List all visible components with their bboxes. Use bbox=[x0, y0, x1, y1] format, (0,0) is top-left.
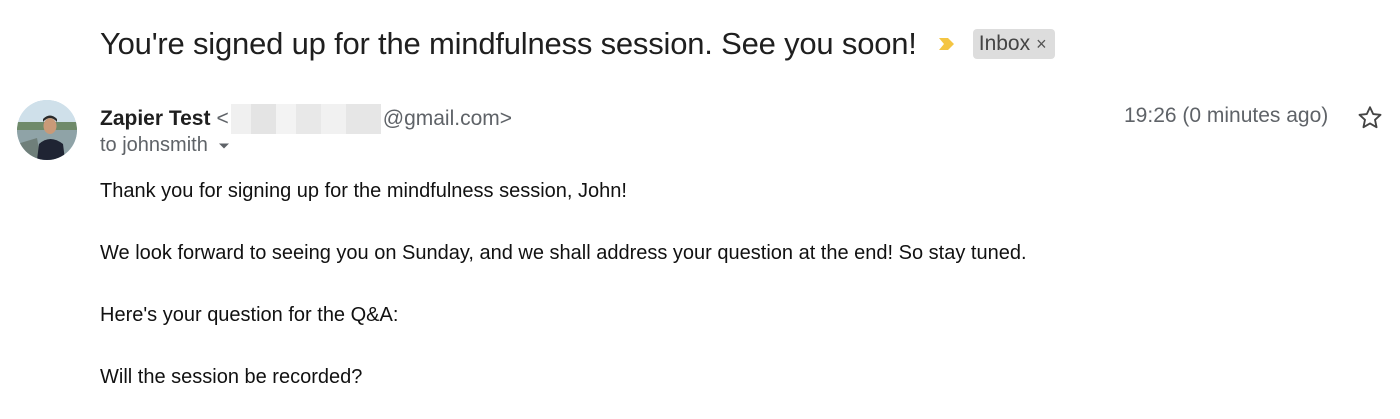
sender-email: < @gmail.com> bbox=[216, 104, 512, 134]
star-icon[interactable] bbox=[1356, 104, 1384, 132]
subject-row: You're signed up for the mindfulness ses… bbox=[100, 26, 1055, 62]
redacted-email-username bbox=[230, 104, 381, 134]
body-line: We look forward to seeing you on Sunday,… bbox=[100, 242, 1027, 264]
avatar[interactable] bbox=[17, 100, 77, 160]
importance-marker-icon[interactable] bbox=[937, 34, 957, 54]
sender-row: Zapier Test < @gmail.com> bbox=[100, 104, 512, 134]
label-text: Inbox bbox=[978, 32, 1031, 55]
caret-down-icon bbox=[218, 143, 229, 148]
avatar-photo bbox=[17, 100, 77, 160]
timestamp: 19:26 (0 minutes ago) bbox=[1124, 104, 1329, 127]
sender-email-prefix: < bbox=[216, 107, 229, 130]
inbox-label-chip: Inbox × bbox=[972, 29, 1055, 59]
sender-email-domain: @gmail.com> bbox=[382, 107, 513, 130]
recipient-text: to johnsmith bbox=[100, 134, 208, 156]
email-body: Thank you for signing up for the mindful… bbox=[100, 178, 1027, 419]
body-line: Thank you for signing up for the mindful… bbox=[100, 180, 627, 202]
body-line: Here's your question for the Q&A: bbox=[100, 304, 399, 326]
remove-label-button[interactable]: × bbox=[1036, 34, 1047, 55]
email-view: You're signed up for the mindfulness ses… bbox=[0, 0, 1400, 419]
sender-name[interactable]: Zapier Test bbox=[100, 107, 210, 131]
recipient-details-toggle[interactable]: to johnsmith bbox=[100, 134, 230, 157]
email-subject: You're signed up for the mindfulness ses… bbox=[100, 26, 917, 61]
body-line: Will the session be recorded? bbox=[100, 366, 363, 388]
